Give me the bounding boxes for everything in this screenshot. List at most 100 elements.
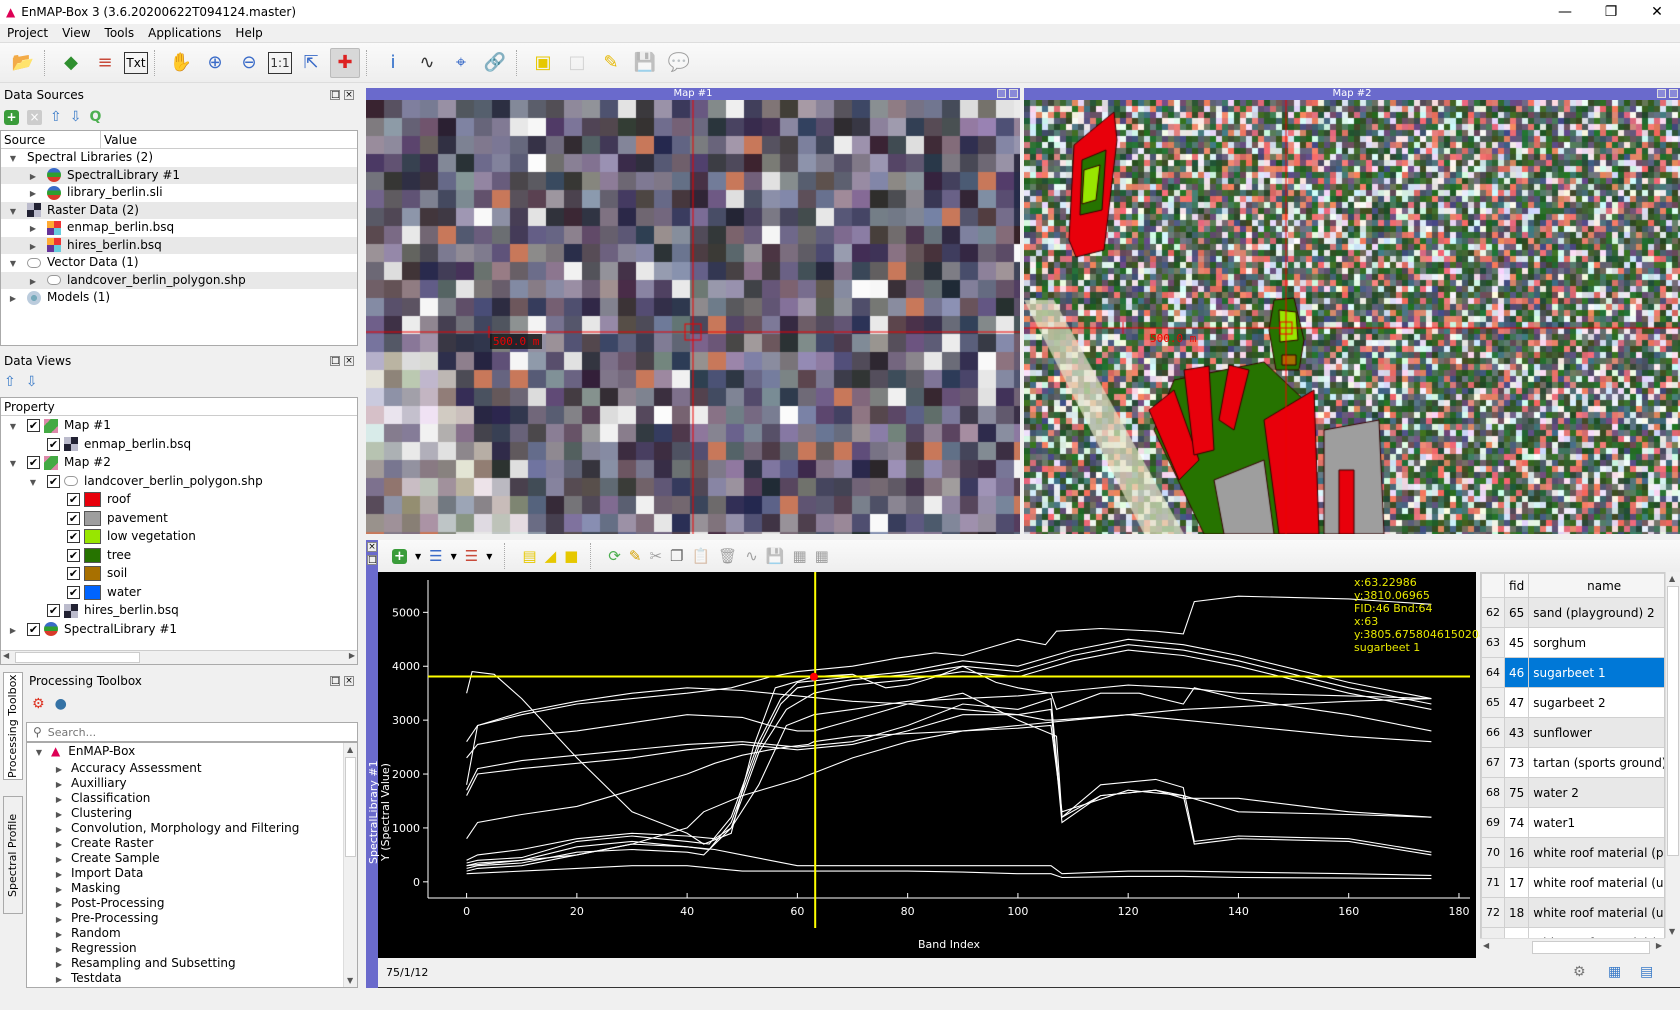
import-library-icon[interactable]: ☰ (429, 547, 442, 565)
data-source-item[interactable]: ▼ Vector Data (1) (1, 254, 357, 272)
scrollbar-handle[interactable] (1667, 586, 1679, 856)
spectral-profile-icon[interactable]: ∿ (412, 48, 442, 78)
close-panel-icon[interactable]: × (367, 542, 377, 552)
table-row[interactable]: 69 74 water1 (1481, 807, 1664, 838)
data-view-item[interactable]: ✔ pavement (1, 509, 357, 528)
close-panel-icon[interactable]: × (344, 90, 354, 100)
close-map-icon[interactable] (1669, 89, 1678, 98)
data-source-item[interactable]: ▶ enmap_berlin.bsq (1, 219, 357, 237)
expand-right-icon[interactable]: ▶ (53, 807, 65, 822)
name-cell[interactable]: tartan (sports ground) (1528, 747, 1664, 778)
save-edits-icon[interactable]: 💾 (630, 48, 660, 78)
delete-icon[interactable]: 🗑 (718, 547, 737, 565)
table-row[interactable]: 62 65 sand (playground) 2 (1481, 597, 1664, 628)
visibility-checkbox[interactable]: ✔ (67, 493, 80, 506)
expand-right-icon[interactable]: ▶ (27, 185, 39, 203)
table-row[interactable]: 66 43 sunflower (1481, 717, 1664, 748)
fid-cell[interactable]: 17 (1503, 867, 1530, 898)
data-view-item[interactable]: ✔ tree (1, 546, 357, 565)
open-spectral-library-icon[interactable]: ≡ (90, 48, 120, 78)
invert-selection-icon[interactable]: ◢ (545, 547, 557, 565)
processing-group-item[interactable]: ▶ Post-Processing (27, 896, 357, 911)
remove-attribute-icon[interactable]: ▦ (815, 547, 829, 565)
restore-button[interactable]: ❐ (1588, 0, 1634, 24)
expand-right-icon[interactable]: ▶ (53, 777, 65, 792)
expand-right-icon[interactable]: ▶ (7, 622, 19, 641)
expand-right-icon[interactable]: ▶ (53, 762, 65, 777)
expand-right-icon[interactable]: ▶ (53, 822, 65, 837)
fid-cell[interactable]: 46 (1503, 657, 1530, 688)
data-source-item[interactable]: ▼ Spectral Libraries (2) (1, 149, 357, 167)
toggle-editing-icon[interactable]: ✎ (629, 547, 642, 565)
select-feature-icon[interactable]: ▣ (528, 48, 558, 78)
data-view-item[interactable]: ✔ enmap_berlin.bsq (1, 435, 357, 454)
expand-right-icon[interactable]: ▶ (53, 957, 65, 972)
form-view-icon[interactable]: ▦ (1608, 964, 1621, 980)
zoom-native-icon[interactable]: 1:1 (268, 51, 292, 74)
paste-icon[interactable]: 📋 (691, 547, 710, 565)
processing-group-item[interactable]: ▶ Classification (27, 791, 357, 806)
open-text-view-icon[interactable]: Txt (124, 51, 148, 74)
table-vertical-scrollbar[interactable]: ▲ ▼ (1665, 572, 1680, 938)
processing-group-item[interactable]: ▶ Accuracy Assessment (27, 761, 357, 776)
processing-group-item[interactable]: ▶ Testdata (27, 971, 357, 986)
processing-group-item[interactable]: ▶ Random (27, 926, 357, 941)
row-number[interactable]: 67 (1481, 747, 1505, 778)
expand-all-icon[interactable]: ⇩ (70, 109, 82, 125)
data-view-item[interactable]: ✔ hires_berlin.bsq (1, 601, 357, 620)
horizontal-scrollbar[interactable]: ◀ ▶ (1, 650, 357, 664)
zoom-out-icon[interactable]: ⊖ (234, 48, 264, 78)
float-panel-icon[interactable]: □ (330, 90, 340, 100)
tab-processing-toolbox[interactable]: Processing Toolbox (3, 672, 23, 780)
expand-right-icon[interactable]: ▶ (53, 882, 65, 897)
menu-project[interactable]: Project (0, 26, 55, 40)
expand-right-icon[interactable]: ▶ (27, 220, 39, 238)
scrollbar-handle[interactable] (1532, 941, 1650, 954)
visibility-checkbox[interactable]: ✔ (67, 548, 80, 562)
float-panel-icon[interactable]: □ (330, 356, 340, 366)
copy-icon[interactable]: ❐ (670, 547, 683, 565)
zoom-full-extent-icon[interactable]: ⇱ (296, 48, 326, 78)
add-source-icon[interactable]: + (4, 109, 19, 125)
column-fid[interactable]: fid (1503, 573, 1530, 598)
field-calculator-icon[interactable]: ⚙ (1573, 964, 1586, 980)
visibility-checkbox[interactable]: ✔ (27, 622, 40, 636)
data-view-item[interactable]: ✔ roof (1, 490, 357, 509)
expand-right-icon[interactable]: ▶ (53, 927, 65, 942)
remove-source-icon[interactable]: × (27, 109, 42, 125)
link-icon[interactable]: 🔗 (480, 48, 510, 78)
name-cell[interactable]: white roof material (u... (1528, 867, 1664, 898)
menu-view[interactable]: View (55, 26, 97, 40)
save-edits-icon[interactable]: 💾 (766, 547, 785, 565)
table-row[interactable]: 68 75 water 2 (1481, 777, 1664, 808)
name-cell[interactable]: sugarbeet 1 (1528, 657, 1664, 688)
reset-profile-icon[interactable]: ∿ (745, 547, 758, 565)
expand-down-icon[interactable]: ▼ (7, 203, 19, 221)
identify-icon[interactable]: i (378, 48, 408, 78)
row-number[interactable]: 68 (1481, 777, 1505, 808)
map-view-2[interactable]: Map #2 500.0 m (1024, 88, 1680, 534)
row-number[interactable]: 65 (1481, 687, 1505, 718)
expand-right-icon[interactable]: ▶ (53, 912, 65, 927)
fid-cell[interactable]: 47 (1503, 687, 1530, 718)
row-number[interactable]: 64 (1481, 657, 1505, 688)
data-view-item[interactable]: ✔ water (1, 583, 357, 602)
data-source-item[interactable]: ▶ hires_berlin.bsq (1, 236, 357, 254)
menu-tools[interactable]: Tools (98, 26, 142, 40)
row-number[interactable]: 71 (1481, 867, 1505, 898)
table-view-icon[interactable]: ▤ (1640, 964, 1653, 980)
processing-group-item[interactable]: ▶ Create Sample (27, 851, 357, 866)
table-row[interactable]: 72 18 white roof material (u... (1481, 897, 1664, 928)
fid-cell[interactable]: 75 (1503, 777, 1530, 808)
visibility-checkbox[interactable]: ✔ (27, 419, 40, 432)
name-cell[interactable]: white roof material (u... (1528, 897, 1664, 928)
data-source-item[interactable]: ▶ landcover_berlin_polygon.shp (1, 271, 357, 289)
visibility-checkbox[interactable]: ✔ (67, 530, 80, 543)
row-number[interactable]: 72 (1481, 897, 1505, 928)
add-data-source-icon[interactable]: 📂 (8, 48, 38, 78)
scrollbar-handle[interactable] (345, 757, 356, 857)
visibility-checkbox[interactable]: ✔ (47, 474, 60, 488)
fid-cell[interactable]: 43 (1503, 717, 1530, 748)
expand-right-icon[interactable]: ▶ (53, 837, 65, 852)
column-property[interactable]: Property (1, 398, 357, 416)
